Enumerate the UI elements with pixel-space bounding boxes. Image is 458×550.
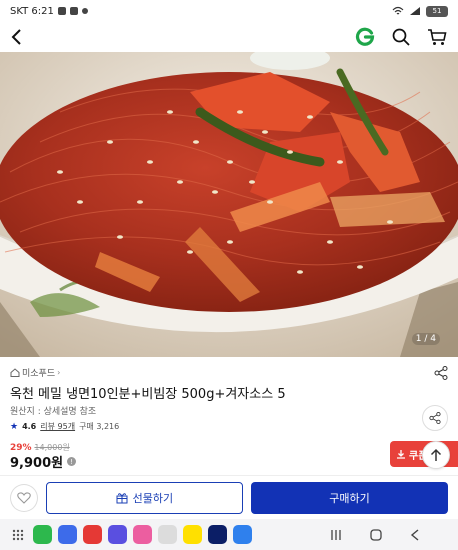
product-title: 옥천 메밀 냉면10인분+비빔장 500g+겨자소스 5	[10, 387, 286, 402]
home-nav-icon[interactable]	[370, 528, 382, 541]
status-time: SKT 6:21	[10, 5, 54, 17]
download-icon	[397, 450, 405, 459]
cart-icon	[428, 29, 447, 45]
brand-name: 미소푸드	[22, 369, 56, 379]
buy-button[interactable]: 구매하기	[250, 481, 448, 514]
phone-app-icon[interactable]	[33, 525, 52, 544]
search-icon	[392, 28, 410, 46]
back-nav-icon[interactable]	[410, 528, 420, 541]
back-button[interactable]	[10, 25, 30, 49]
chevron-right-icon: ›	[57, 368, 61, 377]
recents-icon[interactable]	[330, 529, 342, 541]
signal-icon	[410, 7, 420, 15]
cart-button[interactable]	[426, 26, 448, 48]
r-app-icon[interactable]	[233, 525, 252, 544]
sale-price: 9,900원	[10, 456, 64, 471]
share-circle-button[interactable]	[422, 405, 448, 431]
gift-button[interactable]: 선물하기	[45, 481, 243, 514]
gift-label: 선물하기	[132, 491, 174, 505]
reviews-link[interactable]: 리뷰 95개	[40, 421, 75, 432]
chevron-left-icon	[11, 29, 21, 45]
top-app-bar	[0, 22, 458, 52]
status-bar: SKT 6:21 51	[0, 0, 458, 22]
news-app-icon[interactable]	[208, 525, 227, 544]
rating-row: ★ 4.6 리뷰 95개 구매 3,216	[10, 421, 119, 432]
brand-link[interactable]: 미소푸드 ›	[10, 366, 60, 379]
wifi-icon	[392, 6, 404, 15]
rating-score: 4.6	[22, 422, 37, 431]
dot-icon	[81, 8, 88, 14]
apps-grid-icon[interactable]	[8, 525, 27, 544]
home-icon	[10, 368, 20, 377]
product-photo	[0, 52, 458, 357]
star-icon: ★	[10, 421, 19, 432]
browser-app-icon[interactable]	[108, 525, 127, 544]
search-button[interactable]	[390, 26, 412, 48]
alarm-icon	[69, 7, 78, 15]
purchase-count: 구매 3,216	[79, 422, 120, 431]
kakaotalk-app-icon[interactable]	[183, 525, 202, 544]
buy-label: 구매하기	[329, 491, 370, 505]
battery-icon: 51	[426, 5, 448, 17]
app-tray	[8, 525, 252, 544]
image-counter: 1 / 4	[411, 333, 440, 345]
product-image-carousel[interactable]: 1 / 4	[0, 52, 458, 357]
arrow-up-icon	[430, 448, 442, 461]
price-row: 9,900원 !	[10, 452, 77, 471]
original-price: 14,000원	[34, 443, 70, 452]
camera-app-icon[interactable]	[158, 525, 177, 544]
info-icon[interactable]: !	[67, 457, 77, 466]
notification-icon	[57, 7, 66, 15]
system-nav-bar	[0, 519, 458, 550]
origin-text: 원산지 : 상세설명 참조	[10, 407, 97, 417]
share-button[interactable]	[434, 365, 448, 384]
g-logo-icon	[355, 27, 375, 46]
gallery-app-icon[interactable]	[133, 525, 152, 544]
gift-icon	[116, 492, 128, 503]
flipboard-app-icon[interactable]	[83, 525, 102, 544]
share-icon	[434, 366, 448, 380]
share-icon	[429, 412, 441, 424]
g-logo-button[interactable]	[354, 26, 376, 48]
system-buttons	[330, 528, 450, 541]
scroll-top-button[interactable]	[422, 441, 450, 469]
wishlist-button[interactable]	[10, 483, 38, 512]
bottom-action-bar: 선물하기 구매하기	[0, 475, 458, 519]
messages-app-icon[interactable]	[58, 525, 77, 544]
heart-icon	[17, 491, 31, 504]
